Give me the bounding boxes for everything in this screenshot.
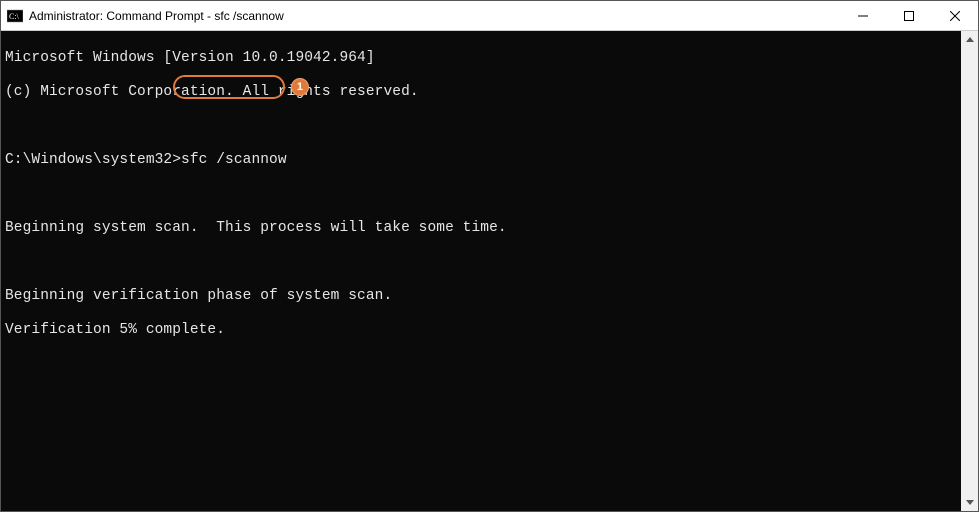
scroll-up-icon[interactable] xyxy=(961,31,978,48)
output-blank xyxy=(5,118,957,135)
output-line: Beginning system scan. This process will… xyxy=(5,220,957,237)
prompt-line: C:\Windows\system32>sfc /scannow xyxy=(5,152,957,169)
window-title: Administrator: Command Prompt - sfc /sca… xyxy=(29,9,840,23)
svg-text:C:\: C:\ xyxy=(9,12,20,21)
output-line: Beginning verification phase of system s… xyxy=(5,288,957,305)
output-blank xyxy=(5,254,957,271)
command-prompt-window: C:\ Administrator: Command Prompt - sfc … xyxy=(0,0,979,512)
client-area: Microsoft Windows [Version 10.0.19042.96… xyxy=(1,31,978,511)
scroll-down-icon[interactable] xyxy=(961,494,978,511)
output-line: Verification 5% complete. xyxy=(5,322,957,339)
close-button[interactable] xyxy=(932,1,978,30)
vertical-scrollbar[interactable] xyxy=(961,31,978,511)
minimize-button[interactable] xyxy=(840,1,886,30)
prompt-prefix: C:\Windows\system32> xyxy=(5,152,181,168)
cmd-icon: C:\ xyxy=(7,8,23,24)
maximize-button[interactable] xyxy=(886,1,932,30)
window-controls xyxy=(840,1,978,30)
titlebar[interactable]: C:\ Administrator: Command Prompt - sfc … xyxy=(1,1,978,31)
output-line: (c) Microsoft Corporation. All rights re… xyxy=(5,84,957,101)
output-blank xyxy=(5,186,957,203)
output-line: Microsoft Windows [Version 10.0.19042.96… xyxy=(5,50,957,67)
terminal-output[interactable]: Microsoft Windows [Version 10.0.19042.96… xyxy=(1,31,961,511)
command-text: sfc /scannow xyxy=(181,152,287,168)
